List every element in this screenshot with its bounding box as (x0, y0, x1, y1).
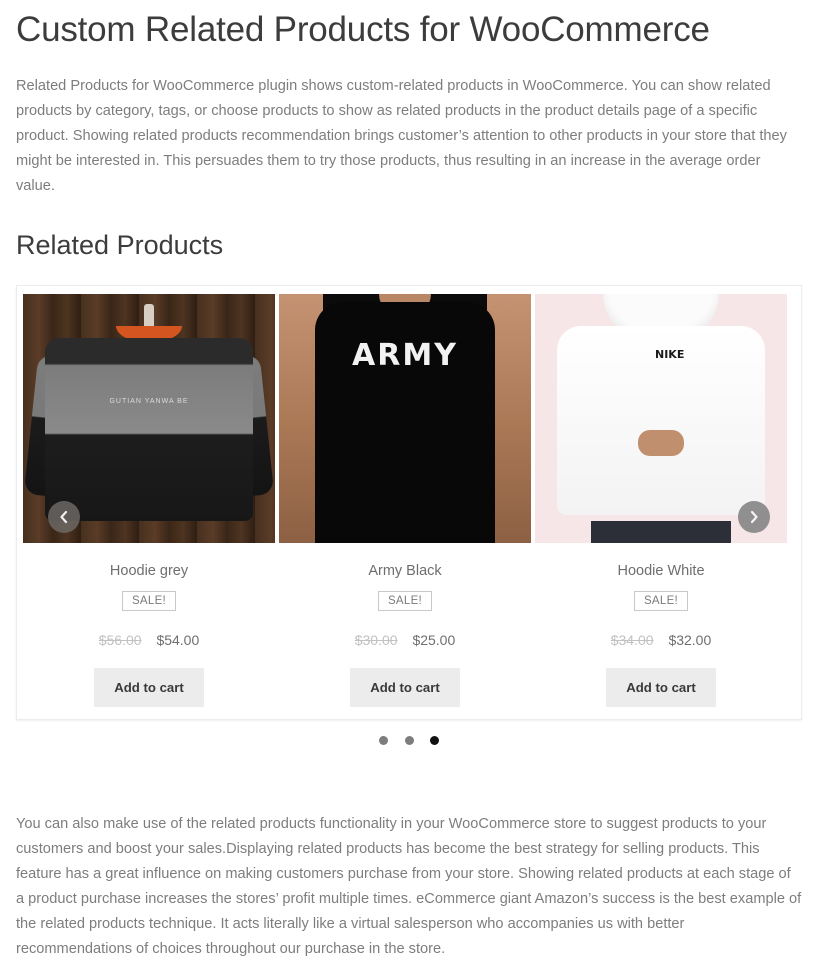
product-image-army-black[interactable]: ARMY (279, 293, 531, 543)
product-badge-row: SALE! (23, 590, 275, 611)
product-price-new: $54.00 (156, 631, 200, 648)
add-to-cart-button[interactable]: Add to cart (606, 667, 716, 707)
product-card[interactable]: NIKE Hoodie White SALE! $34.00 $32.00 Ad… (535, 293, 787, 707)
status-badge: SALE! (377, 590, 433, 611)
chevron-right-icon (747, 510, 761, 524)
product-name[interactable]: Hoodie White (535, 563, 787, 580)
related-products-carousel: GUTIAN YANWA BE Hoodie grey SALE! $56.00… (16, 284, 802, 750)
product-image-graphic-text: GUTIAN YANWA BE (109, 397, 189, 405)
carousel-prev-button[interactable] (48, 500, 80, 533)
status-badge: SALE! (121, 590, 177, 611)
product-price-new: $32.00 (668, 631, 712, 648)
model-hands-shape (638, 429, 684, 456)
carousel-next-button[interactable] (738, 500, 770, 533)
chevron-left-icon (57, 510, 71, 524)
carousel-slides: GUTIAN YANWA BE Hoodie grey SALE! $56.00… (17, 293, 801, 707)
product-price-old: $34.00 (610, 631, 654, 648)
carousel-frame: GUTIAN YANWA BE Hoodie grey SALE! $56.00… (16, 284, 802, 720)
status-badge: SALE! (633, 590, 689, 611)
product-price-row: $56.00 $54.00 (23, 632, 275, 648)
product-image-graphic-text: NIKE (655, 347, 685, 361)
product-badge-row: SALE! (279, 590, 531, 611)
add-to-cart-button[interactable]: Add to cart (350, 667, 460, 707)
page-root: Custom Related Products for WooCommerce … (0, 0, 818, 962)
product-price-row: $30.00 $25.00 (279, 632, 531, 648)
outro-paragraph: You can also make use of the related pro… (16, 815, 802, 957)
product-name[interactable]: Hoodie grey (23, 563, 275, 580)
product-price-old: $56.00 (98, 631, 142, 648)
add-to-cart-button[interactable]: Add to cart (94, 667, 204, 707)
product-card[interactable]: ARMY Army Black SALE! $30.00 $25.00 Add … (279, 293, 531, 707)
carousel-pagination (16, 732, 802, 750)
pagination-dot[interactable] (379, 735, 389, 745)
product-name[interactable]: Army Black (279, 563, 531, 580)
product-badge-row: SALE! (535, 590, 787, 611)
pagination-dot[interactable] (404, 735, 414, 745)
product-price-row: $34.00 $32.00 (535, 632, 787, 648)
model-pants-shape (591, 520, 731, 543)
intro-paragraph: Related Products for WooCommerce plugin … (16, 77, 787, 194)
hoodie-body-shape (45, 337, 253, 521)
product-price-old: $30.00 (354, 631, 398, 648)
product-image-graphic-text: ARMY (352, 337, 458, 373)
product-price-new: $25.00 (412, 631, 456, 648)
page-title: Custom Related Products for WooCommerce (16, 10, 710, 49)
pagination-dot-active[interactable] (429, 735, 439, 745)
section-heading: Related Products (16, 229, 224, 260)
